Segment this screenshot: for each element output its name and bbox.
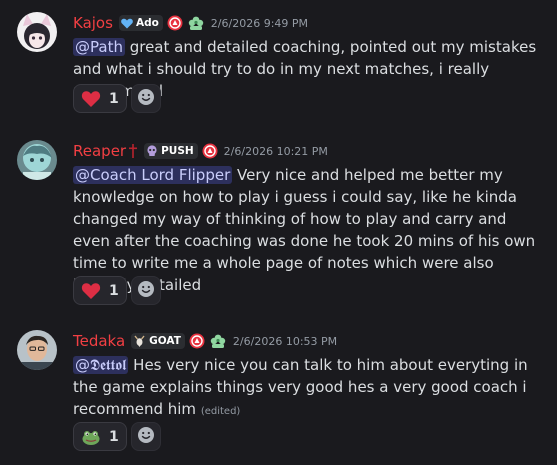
smiley-icon xyxy=(137,426,155,448)
server-tag[interactable]: Ado xyxy=(118,15,163,31)
reaction-count: 1 xyxy=(109,282,119,299)
message-header: Kajos Ado 2/6/2026 9:49 PM xyxy=(73,13,308,33)
add-reaction-button[interactable] xyxy=(130,276,161,305)
server-tag-label: Ado xyxy=(135,17,159,29)
avatar[interactable] xyxy=(17,330,57,370)
goat-icon xyxy=(133,335,146,347)
dagger-icon xyxy=(128,143,138,159)
username[interactable]: Kajos xyxy=(73,14,113,32)
timestamp: 2/6/2026 9:49 PM xyxy=(210,16,309,30)
green-flower-badge-icon[interactable] xyxy=(187,15,205,31)
message-text: Very nice and helped me better my knowle… xyxy=(73,166,536,294)
red-role-badge-icon[interactable] xyxy=(167,15,183,31)
user-mention[interactable]: @𝕯𝖊𝖙𝖙𝖔𝖑 xyxy=(73,356,129,374)
frog-emoji-icon xyxy=(81,427,101,447)
reaction-frog[interactable]: 1 xyxy=(73,422,127,451)
edited-label: (edited) xyxy=(200,406,241,417)
message-header: Reaper PUSH 2/6/2026 10:21 PM xyxy=(73,141,328,161)
red-heart-icon xyxy=(81,89,101,109)
smiley-icon xyxy=(137,88,155,110)
smiley-icon xyxy=(137,280,155,302)
blue-heart-icon xyxy=(121,18,133,29)
reactions-row: 1 xyxy=(73,276,161,305)
message-text: Hes very nice you can talk to him about … xyxy=(73,356,528,418)
user-mention[interactable]: @Path xyxy=(73,38,125,56)
reactions-row: 1 xyxy=(73,84,161,113)
timestamp: 2/6/2026 10:21 PM xyxy=(223,144,328,158)
username[interactable]: Reaper xyxy=(73,142,126,160)
add-reaction-button[interactable] xyxy=(130,422,161,451)
user-mention[interactable]: @Coach Lord Flipper xyxy=(73,166,233,184)
green-flower-badge-icon[interactable] xyxy=(209,333,227,349)
reactions-row: 1 xyxy=(73,422,161,451)
reaction-heart[interactable]: 1 xyxy=(73,84,127,113)
server-tag-label: PUSH xyxy=(161,145,194,157)
red-heart-icon xyxy=(81,281,101,301)
skull-icon xyxy=(146,145,158,157)
red-role-badge-icon[interactable] xyxy=(189,333,205,349)
username[interactable]: Tedaka xyxy=(73,332,125,350)
reaction-count: 1 xyxy=(109,90,119,107)
message-content: @𝕯𝖊𝖙𝖙𝖔𝖑 Hes very nice you can talk to hi… xyxy=(73,354,543,423)
message-header: Tedaka GOAT 2/6/2026 10:53 PM xyxy=(73,331,337,351)
reaction-heart[interactable]: 1 xyxy=(73,276,127,305)
avatar[interactable] xyxy=(17,140,57,180)
reaction-count: 1 xyxy=(109,428,119,445)
add-reaction-button[interactable] xyxy=(130,84,161,113)
avatar[interactable] xyxy=(17,12,57,52)
red-role-badge-icon[interactable] xyxy=(202,143,218,159)
server-tag-label: GOAT xyxy=(149,335,181,347)
server-tag[interactable]: PUSH xyxy=(144,143,198,159)
timestamp: 2/6/2026 10:53 PM xyxy=(232,334,338,348)
server-tag[interactable]: GOAT xyxy=(131,333,185,349)
